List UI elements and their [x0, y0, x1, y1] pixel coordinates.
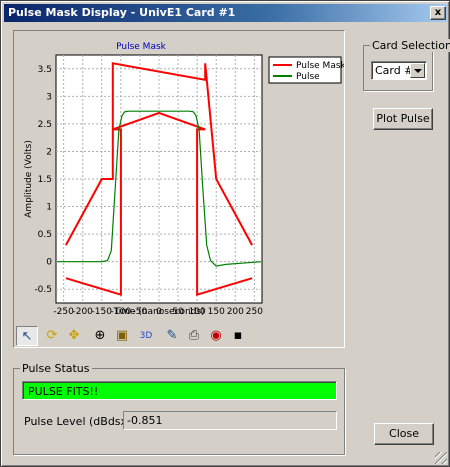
window-title: Pulse Mask Display - UnivE1 Card #1 — [8, 6, 236, 19]
print-icon[interactable]: ⎙ — [183, 326, 205, 346]
title-bar[interactable]: Pulse Mask Display - UnivE1 Card #1 x — [4, 4, 448, 22]
x-tick-label: 250 — [246, 307, 263, 317]
x-tick-label: 150 — [208, 307, 225, 317]
pulse-status-group: Pulse Status PULSE FITS!! Pulse Level (d… — [13, 362, 345, 455]
arrow-icon[interactable]: ↖ — [16, 326, 38, 346]
legend-label: Pulse Mask — [296, 61, 344, 71]
x-axis-label: Time (nanoseconds) — [112, 307, 204, 317]
export-icon[interactable]: ◉ — [205, 326, 227, 346]
chart-title: Pulse Mask — [116, 42, 167, 52]
close-button[interactable]: Close — [374, 423, 434, 445]
pulse-status-indicator: PULSE FITS!! — [22, 381, 337, 400]
pulse-level-label: Pulse Level (dBdsx): — [24, 415, 136, 428]
rotate-icon[interactable]: ⟳ — [41, 326, 63, 346]
chart-panel: Pulse Mask -250 -200 -150 -100 -50 0 50 100 150 2… — [13, 30, 345, 348]
save-icon[interactable]: ▪ — [227, 326, 249, 346]
pan-icon[interactable]: ✥ — [63, 326, 85, 346]
legend-label: Pulse — [296, 72, 320, 82]
y-tick-label: 1.5 — [38, 175, 52, 185]
plot-pulse-button[interactable]: Plot Pulse — [373, 108, 433, 130]
pulse-mask-window: Pulse Mask Display - UnivE1 Card #1 x Pu… — [0, 0, 450, 467]
pulse-status-label: Pulse Status — [20, 362, 92, 375]
zoom-in-icon[interactable]: ⊕ — [89, 326, 111, 346]
chart-toolbar: ↖ ⟳ ✥ ⊕ ▣ 3D ✎ ⎙ ◉ ▪ — [14, 323, 344, 347]
x-tick-label: -150 — [92, 307, 113, 317]
y-axis-label: Amplitude (Volts) — [24, 140, 34, 218]
card-selection-group: Card Selection Card #1 — [363, 39, 450, 91]
pulse-level-field: -0.851 — [123, 411, 337, 430]
y-tick-label: 2.5 — [38, 120, 52, 130]
y-tick-label: -0.5 — [34, 285, 52, 295]
pulse-level-value: -0.851 — [127, 414, 163, 427]
x-tick-label: 200 — [227, 307, 244, 317]
edit-chart-icon[interactable]: ✎ — [161, 326, 183, 346]
chevron-down-icon[interactable] — [410, 63, 425, 78]
chart-legend: Pulse MaskPulse — [268, 56, 344, 84]
y-tick-label: 3 — [46, 92, 52, 102]
zoom-fit-icon[interactable]: ▣ — [111, 326, 133, 346]
y-tick-label: 2 — [46, 147, 52, 157]
card-selection-label: Card Selection — [370, 39, 450, 52]
pulse-status-text: PULSE FITS!! — [28, 385, 99, 398]
y-tick-label: 1 — [46, 203, 52, 213]
resize-grip[interactable] — [435, 452, 447, 464]
x-tick-label: -200 — [72, 307, 93, 317]
y-tick-label: 3.5 — [38, 65, 52, 75]
y-tick-label: 0 — [46, 258, 52, 268]
pulse-mask-chart: Pulse Mask -250-200-150-100 -50 0 50 100 150 2… — [14, 31, 344, 323]
card-select[interactable]: Card #1 — [371, 61, 427, 80]
3d-icon[interactable]: 3D — [135, 326, 157, 346]
window-close-button[interactable]: x — [430, 6, 446, 20]
x-tick-label: -250 — [53, 307, 74, 317]
y-tick-label: 0.5 — [38, 230, 52, 240]
